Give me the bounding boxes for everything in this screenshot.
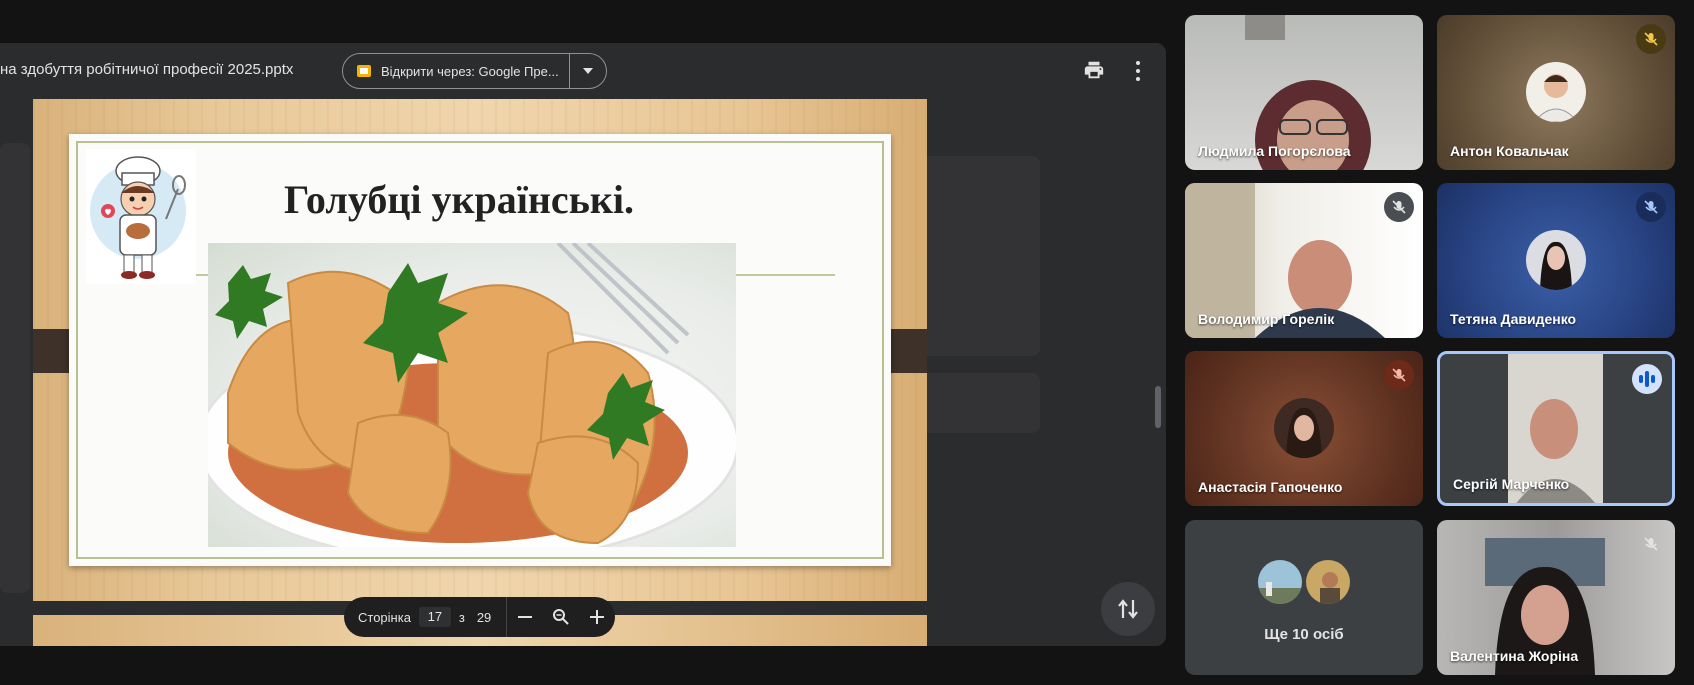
file-name: на здобуття робітничої професії 2025.ppt… — [0, 61, 294, 78]
participant-tile[interactable]: Антон Ковальчак — [1437, 15, 1675, 170]
mic-off-icon — [1636, 192, 1666, 222]
background-sidebar — [0, 143, 30, 593]
participant-name: Сергій Марченко — [1453, 476, 1570, 492]
mic-off-icon — [1384, 360, 1414, 390]
participant-tile[interactable]: Людмила Погорєлова — [1185, 15, 1423, 170]
more-vert-icon[interactable] — [1128, 59, 1148, 83]
participant-tile[interactable]: Валентина Жоріна — [1437, 520, 1675, 675]
zoom-icon[interactable] — [543, 597, 579, 637]
participant-name: Валентина Жоріна — [1450, 648, 1579, 664]
avatar — [1256, 558, 1304, 606]
participant-name: Тетяна Давиденко — [1450, 311, 1577, 327]
cabbage-rolls-photo — [208, 243, 736, 547]
participant-tile[interactable]: Володимир Горелік — [1185, 183, 1423, 338]
open-with-button[interactable]: Відкрити через: Google Пре... — [342, 53, 607, 89]
meet-window: на здобуття робітничої професії 2025.ppt… — [0, 0, 1694, 685]
open-with-main[interactable]: Відкрити через: Google Пре... — [343, 54, 571, 88]
participant-tile[interactable]: Анастасія Гапоченко — [1185, 351, 1423, 506]
page-number-input[interactable]: 17 — [418, 607, 451, 627]
more-participants-label: Ще 10 осіб — [1264, 626, 1344, 643]
open-with-dropdown[interactable] — [570, 68, 606, 74]
zoom-out-icon[interactable] — [507, 597, 543, 637]
participant-name: Володимир Горелік — [1198, 311, 1335, 327]
scrollbar[interactable] — [1155, 386, 1161, 428]
mic-off-icon — [1636, 529, 1666, 559]
chevron-down-icon — [583, 68, 594, 74]
page-of-label: з — [458, 609, 465, 625]
print-icon[interactable] — [1083, 59, 1105, 81]
page-total: 29 — [476, 609, 492, 625]
mic-off-icon — [1384, 192, 1414, 222]
presentation-slide: Голубці українські. — [33, 99, 927, 601]
page-controls: Сторінка 17 з 29 — [344, 597, 615, 637]
participant-name: Анастасія Гапоченко — [1198, 479, 1343, 495]
avatar — [1526, 230, 1586, 290]
slide-title: Голубці українські. — [284, 177, 634, 222]
page-label: Сторінка — [358, 609, 411, 625]
file-viewer-toolbar: на здобуття робітничої професії 2025.ppt… — [0, 43, 1166, 99]
participant-name: Людмила Погорєлова — [1198, 143, 1351, 159]
more-participants-tile[interactable]: Ще 10 осіб — [1185, 520, 1423, 675]
zoom-in-icon[interactable] — [579, 597, 615, 637]
avatar — [1274, 398, 1334, 458]
google-slides-icon — [357, 65, 371, 77]
chef-illustration — [86, 149, 196, 284]
speaking-indicator-icon — [1632, 364, 1662, 394]
participant-tile[interactable]: Сергій Марченко — [1437, 351, 1675, 506]
mic-off-icon — [1636, 24, 1666, 54]
participant-name: Антон Ковальчак — [1450, 143, 1569, 159]
slide-card: Голубці українські. — [69, 134, 891, 566]
open-with-label: Відкрити через: Google Пре... — [381, 63, 559, 79]
participant-tile[interactable]: Тетяна Давиденко — [1437, 183, 1675, 338]
swap-layout-icon[interactable] — [1101, 582, 1155, 636]
avatar — [1526, 62, 1586, 122]
presentation-panel: на здобуття робітничої професії 2025.ppt… — [0, 43, 1166, 646]
avatar — [1304, 558, 1352, 606]
